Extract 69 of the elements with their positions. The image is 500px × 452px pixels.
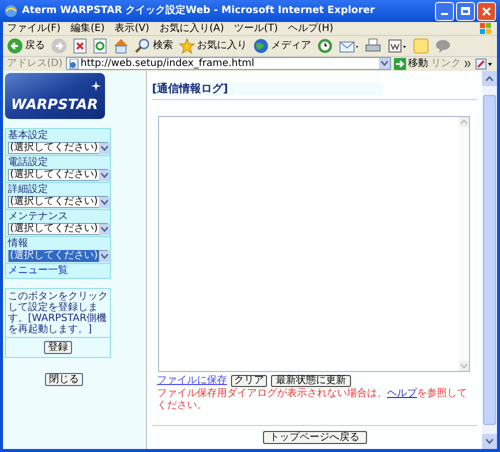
stop-icon[interactable] xyxy=(73,38,87,54)
scroll-up-icon[interactable] xyxy=(461,120,467,124)
register-button[interactable]: 登録 xyxy=(44,341,72,354)
edit-icon[interactable] xyxy=(387,38,407,54)
back-to-top-button[interactable]: トップページへ戻る xyxy=(262,431,366,444)
menu-item[interactable]: お気に入り(A) xyxy=(159,22,224,34)
menu-group-label: 電話設定 xyxy=(8,157,49,169)
dropdown-caret-icon xyxy=(98,142,110,154)
dropdown-caret-icon xyxy=(98,224,110,234)
menu-item[interactable]: ヘルプ(H) xyxy=(288,22,334,34)
windows-logo-icon xyxy=(479,22,493,34)
menu-select[interactable]: (選択してください) xyxy=(8,196,108,208)
scroll-down-icon[interactable] xyxy=(461,364,467,368)
go-button[interactable]: 移動 xyxy=(394,58,428,70)
textarea-scrollbar[interactable] xyxy=(459,117,469,371)
scroll-thumb[interactable] xyxy=(483,95,496,425)
register-note: このボタンをクリックして設定を登録します。[WARPSTAR側機を再起動します。] xyxy=(7,290,109,337)
window-title: Aterm WARPSTAR クイック設定Web - Microsoft Internet Explorer xyxy=(22,5,375,17)
dropdown-caret-icon xyxy=(98,196,110,208)
menu-group-label: 基本設定 xyxy=(8,130,49,142)
page-scrollbar[interactable] xyxy=(482,71,497,449)
search-icon xyxy=(135,38,151,54)
minimize-button[interactable] xyxy=(435,2,454,20)
menu-group-label: 詳細設定 xyxy=(8,184,49,196)
menu-item[interactable]: 編集(E) xyxy=(70,22,105,34)
dropdown-caret-icon xyxy=(98,170,110,180)
browser-icon xyxy=(4,4,18,18)
media-button[interactable]: メディア xyxy=(253,38,311,54)
help-notice: ファイル保存用ダイアログが表示されない場合は、ヘルプを参照してください。 xyxy=(157,388,468,412)
back-button[interactable]: 戻る xyxy=(7,38,45,54)
menu-item[interactable]: 表示(V) xyxy=(114,22,150,34)
globe-icon xyxy=(253,38,269,54)
menu-select[interactable]: (選択してください) xyxy=(8,142,108,154)
star-icon xyxy=(179,38,195,54)
printer-icon[interactable] xyxy=(365,38,381,54)
maximize-button[interactable] xyxy=(456,2,475,20)
help-link[interactable]: ヘルプ xyxy=(387,388,417,399)
chevron-icon[interactable] xyxy=(464,60,472,68)
home-icon[interactable] xyxy=(113,38,129,54)
page-icon xyxy=(68,58,79,68)
refresh-icon[interactable] xyxy=(93,38,107,54)
menu-select[interactable]: (選択してください) xyxy=(8,169,108,181)
note-icon[interactable] xyxy=(413,38,429,54)
clear-button[interactable]: クリア xyxy=(231,375,267,387)
menu-group-label: 情報 xyxy=(8,238,29,250)
page-title: [通信情報ログ] xyxy=(152,83,382,95)
menu-item[interactable]: ファイル(F) xyxy=(7,22,61,34)
chat-bubble-icon[interactable] xyxy=(435,38,451,54)
tool-icon[interactable] xyxy=(475,58,493,70)
history-icon[interactable] xyxy=(317,38,333,54)
refresh-status-button[interactable]: 最新状態に更新 xyxy=(271,375,351,387)
favorites-button[interactable]: お気に入り xyxy=(179,38,247,54)
close-button[interactable] xyxy=(477,2,496,20)
menu-group-label: メンテナンス xyxy=(8,211,69,223)
address-label: アドレス(D) xyxy=(7,58,63,70)
menu-list-link[interactable]: メニュー一覧 xyxy=(6,264,110,278)
menu-select[interactable]: (選択してください) xyxy=(8,223,108,235)
save-to-file-link[interactable]: ファイルに保存 xyxy=(157,375,227,387)
close-icon xyxy=(482,6,491,16)
close-page-button[interactable]: 閉じる xyxy=(45,373,83,386)
scroll-down-icon[interactable] xyxy=(486,439,493,444)
dropdown-caret-icon xyxy=(98,250,110,262)
address-field[interactable]: http://web.setup/index_frame.html xyxy=(66,57,391,70)
search-button[interactable]: 検索 xyxy=(135,38,173,54)
address-dropdown-icon xyxy=(379,58,390,69)
warpstar-logo: WARPSTAR xyxy=(5,73,105,119)
menu-item[interactable]: ツール(T) xyxy=(234,22,278,34)
menu-select[interactable]: (選択してください) xyxy=(8,250,108,262)
scroll-up-icon[interactable] xyxy=(486,76,493,81)
